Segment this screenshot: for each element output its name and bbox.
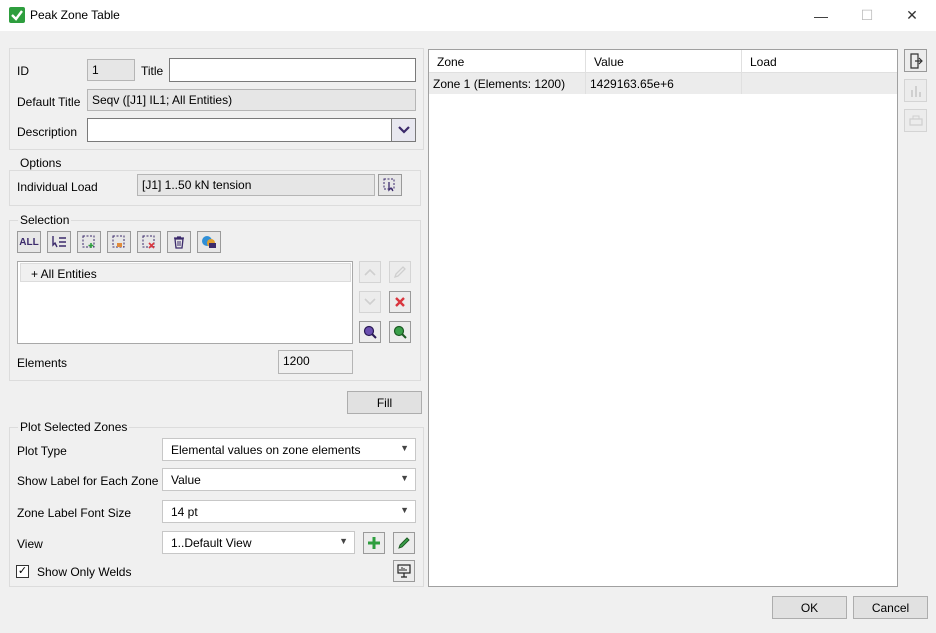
title-input[interactable] bbox=[169, 58, 416, 82]
id-field: 1 bbox=[87, 59, 135, 81]
list-item[interactable]: + All Entities bbox=[20, 263, 351, 282]
show-only-welds-checkbox[interactable]: ✓ bbox=[16, 565, 29, 578]
export-button[interactable] bbox=[904, 49, 927, 72]
peak-zone-table: Zone Value Load Zone 1 (Elements: 1200) … bbox=[428, 49, 898, 587]
view-select[interactable]: 1..Default View ▼ bbox=[162, 531, 355, 554]
presentation-button[interactable] bbox=[393, 560, 415, 582]
description-input[interactable] bbox=[87, 118, 392, 142]
column-header-load[interactable]: Load bbox=[742, 50, 897, 73]
column-header-zone[interactable]: Zone bbox=[429, 50, 586, 73]
select-all-button[interactable]: ALL bbox=[17, 231, 41, 253]
pencil-icon bbox=[398, 537, 410, 549]
table-cell-zone[interactable]: Zone 1 (Elements: 1200) bbox=[429, 73, 586, 94]
chevron-down-icon: ▼ bbox=[400, 505, 409, 515]
default-title-label: Default Title bbox=[17, 95, 81, 109]
app-check-icon bbox=[9, 7, 25, 23]
add-view-button[interactable] bbox=[363, 532, 385, 554]
plot-type-label: Plot Type bbox=[17, 444, 67, 458]
cursor-list-icon bbox=[52, 236, 66, 248]
elements-count-field: 1200 bbox=[278, 350, 353, 374]
cancel-button[interactable]: Cancel bbox=[853, 596, 928, 619]
maximize-button[interactable]: ☐ bbox=[844, 0, 890, 31]
window-title: Peak Zone Table bbox=[30, 8, 120, 22]
column-header-value[interactable]: Value bbox=[586, 50, 742, 73]
view-label: View bbox=[17, 537, 43, 551]
magnifier-green-icon bbox=[393, 325, 407, 339]
pencil-icon bbox=[393, 266, 406, 279]
ok-button[interactable]: OK bbox=[772, 596, 847, 619]
presentation-icon bbox=[397, 564, 411, 578]
remove-selection-button[interactable] bbox=[137, 231, 161, 253]
font-size-select[interactable]: 14 pt ▼ bbox=[162, 500, 416, 523]
color-selection-button[interactable] bbox=[197, 231, 221, 253]
show-label-value: Value bbox=[171, 473, 201, 487]
minimize-icon: — bbox=[814, 7, 828, 24]
individual-load-label: Individual Load bbox=[17, 180, 98, 194]
palette-icon bbox=[202, 236, 216, 248]
show-label-label: Show Label for Each Zone bbox=[17, 474, 159, 488]
title-label: Title bbox=[141, 64, 164, 78]
show-label-select[interactable]: Value ▼ bbox=[162, 468, 416, 491]
minimize-button[interactable]: — bbox=[798, 0, 844, 31]
plot-type-value: Elemental values on zone elements bbox=[171, 443, 361, 457]
select-all-icon: ALL bbox=[19, 236, 39, 248]
plus-icon bbox=[368, 537, 380, 549]
export-icon bbox=[909, 52, 923, 69]
delete-item-button[interactable] bbox=[389, 291, 411, 313]
red-x-icon bbox=[395, 297, 405, 307]
title-bar: Peak Zone Table — ☐ ✕ bbox=[0, 0, 936, 31]
move-down-button[interactable] bbox=[359, 291, 381, 313]
print-button[interactable] bbox=[904, 109, 927, 132]
box-selection-button[interactable] bbox=[107, 231, 131, 253]
close-button[interactable]: ✕ bbox=[889, 0, 935, 31]
individual-load-field: [J1] 1..50 kN tension bbox=[137, 174, 375, 196]
chevron-down-icon bbox=[397, 126, 410, 134]
chevron-down-icon: ▼ bbox=[400, 473, 409, 483]
add-selection-button[interactable] bbox=[77, 231, 101, 253]
magnifier-purple-icon bbox=[363, 325, 377, 339]
id-label: ID bbox=[17, 64, 29, 78]
edit-view-button[interactable] bbox=[393, 532, 415, 554]
options-group-label: Options bbox=[18, 156, 64, 170]
chevron-up-icon bbox=[364, 268, 376, 276]
zoom-selection-button[interactable] bbox=[359, 321, 381, 343]
view-value: 1..Default View bbox=[171, 536, 252, 550]
close-icon: ✕ bbox=[906, 7, 918, 23]
remove-box-icon bbox=[142, 235, 155, 249]
table-cell-load[interactable] bbox=[742, 73, 897, 94]
fill-button[interactable]: Fill bbox=[347, 391, 422, 414]
delete-selection-button[interactable] bbox=[167, 231, 191, 253]
chevron-down-icon bbox=[364, 298, 376, 306]
edit-item-button[interactable] bbox=[389, 261, 411, 283]
font-size-label: Zone Label Font Size bbox=[17, 506, 132, 520]
pick-load-button[interactable] bbox=[378, 174, 402, 196]
chevron-down-icon: ▼ bbox=[339, 536, 348, 546]
dashed-box-icon bbox=[112, 235, 125, 248]
bar-chart-icon bbox=[910, 85, 921, 97]
selection-list: + All Entities bbox=[17, 261, 353, 344]
move-up-button[interactable] bbox=[359, 261, 381, 283]
selection-group-label: Selection bbox=[18, 213, 72, 227]
chart-button[interactable] bbox=[904, 79, 927, 102]
description-dropdown-button[interactable] bbox=[391, 118, 416, 142]
printer-icon bbox=[908, 115, 923, 126]
description-label: Description bbox=[17, 125, 78, 139]
chevron-down-icon: ▼ bbox=[400, 443, 409, 453]
plot-zones-group-label: Plot Selected Zones bbox=[18, 420, 130, 434]
table-cell-value[interactable]: 1429163.65e+6 bbox=[586, 73, 742, 94]
plot-type-select[interactable]: Elemental values on zone elements ▼ bbox=[162, 438, 416, 461]
elements-label: Elements bbox=[17, 356, 68, 370]
pick-cursor-icon bbox=[383, 178, 395, 192]
zoom-fit-button[interactable] bbox=[389, 321, 411, 343]
show-only-welds-label: Show Only Welds bbox=[37, 565, 132, 579]
select-list-button[interactable] bbox=[47, 231, 71, 253]
trash-icon bbox=[174, 236, 184, 249]
default-title-field: Seqv ([J1] IL1; All Entities) bbox=[87, 89, 416, 111]
font-size-value: 14 pt bbox=[171, 505, 198, 519]
maximize-icon: ☐ bbox=[860, 7, 874, 23]
add-box-icon bbox=[82, 235, 95, 248]
